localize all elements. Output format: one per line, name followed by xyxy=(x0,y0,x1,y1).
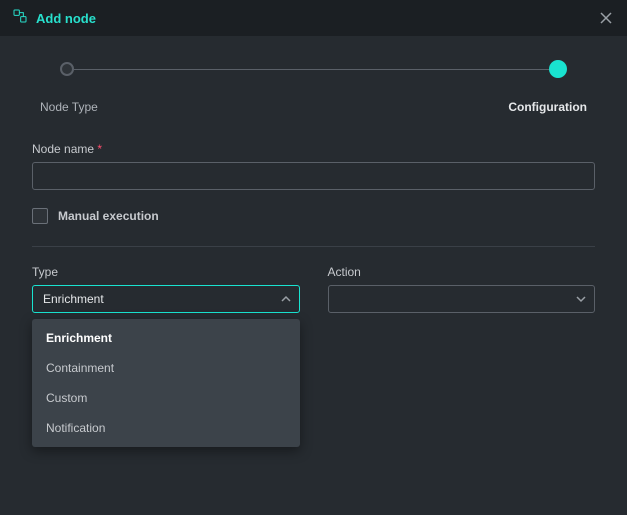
action-column: Action xyxy=(328,265,596,313)
action-label: Action xyxy=(328,265,596,279)
type-action-row: Type Enrichment Enrichment Containment C… xyxy=(32,265,595,313)
type-dropdown: Enrichment Containment Custom Notificati… xyxy=(32,319,300,447)
manual-execution-label: Manual execution xyxy=(58,209,159,223)
dialog-header: Add node xyxy=(0,0,627,36)
stepper-track xyxy=(60,60,567,78)
step-label-configuration: Configuration xyxy=(508,100,587,114)
type-option-notification[interactable]: Notification xyxy=(32,413,300,443)
stepper xyxy=(0,36,627,94)
manual-execution-checkbox[interactable] xyxy=(32,208,48,224)
node-name-label-text: Node name xyxy=(32,142,94,156)
add-node-icon xyxy=(12,8,28,29)
step-dot-configuration[interactable] xyxy=(549,60,567,78)
step-dot-node-type[interactable] xyxy=(60,62,74,76)
step-label-node-type: Node Type xyxy=(40,100,98,114)
section-divider xyxy=(32,246,595,247)
stepper-labels: Node Type Configuration xyxy=(0,94,627,130)
close-button[interactable] xyxy=(597,9,615,27)
action-select[interactable] xyxy=(328,285,596,313)
header-left: Add node xyxy=(12,8,96,29)
step-line xyxy=(74,69,549,70)
chevron-down-icon xyxy=(576,294,586,304)
node-name-input[interactable] xyxy=(32,162,595,190)
required-asterisk: * xyxy=(97,142,102,156)
type-select-value: Enrichment xyxy=(43,292,104,306)
type-option-containment[interactable]: Containment xyxy=(32,353,300,383)
chevron-up-icon xyxy=(281,294,291,304)
type-option-enrichment[interactable]: Enrichment xyxy=(32,323,300,353)
type-option-custom[interactable]: Custom xyxy=(32,383,300,413)
type-select[interactable]: Enrichment xyxy=(32,285,300,313)
form-area: Node name * Manual execution Type Enrich… xyxy=(0,130,627,325)
node-name-label: Node name * xyxy=(32,142,595,156)
manual-execution-row: Manual execution xyxy=(32,208,595,224)
dialog-title: Add node xyxy=(36,11,96,26)
type-label: Type xyxy=(32,265,300,279)
type-column: Type Enrichment Enrichment Containment C… xyxy=(32,265,300,313)
